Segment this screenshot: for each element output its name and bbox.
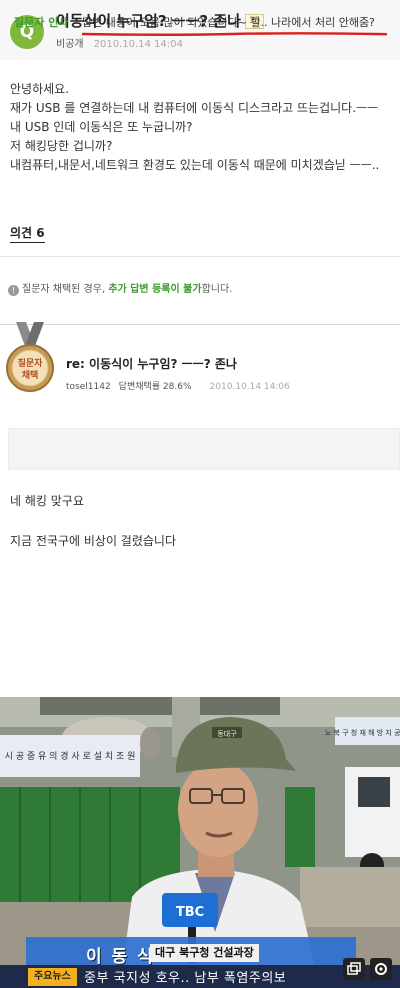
info-icon: ! — [8, 285, 19, 296]
medal-line-1: 질문자 — [18, 357, 44, 369]
caption-person-title: 대구 북구청 건설과장 — [150, 944, 259, 962]
banner-right-text: 노 북 구 청 재 해 방 지 공 사 — [325, 728, 400, 737]
answer-meta: tosel1142 답변채택률 28.6% 2010.10.14 14:06 — [66, 379, 290, 392]
mic-logo: TBC — [176, 905, 204, 920]
question-body-line: 저 해킹당한 겁니까? — [10, 139, 113, 153]
notice-prefix: 질문자 채택된 경우, — [22, 284, 106, 295]
questioner-thanks-box — [8, 428, 400, 470]
caption-person-name: 이 동 식 — [86, 947, 155, 967]
notice-suffix: 합니다. — [201, 284, 233, 295]
red-underline-mark — [82, 32, 387, 36]
answer-date: 2010.10.14 14:06 — [209, 382, 290, 392]
adopted-medal-icon: 질문자 채택 — [6, 322, 54, 392]
question-body-line: 내 USB 인데 이동식은 또 누굽니까? — [10, 120, 193, 134]
banner-left-text: 시 공 중 유 의 경 사 로 설 치 조 원 — [5, 750, 136, 762]
thanks-label: 질문자 인사 — [14, 16, 69, 29]
question-body-line: 안녕하세요. — [10, 82, 70, 96]
cap-logo-text: 동대구 — [217, 730, 237, 738]
answer-rate: 답변채택률 28.6% — [118, 382, 192, 392]
opinions-link[interactable]: 의견 6 — [10, 224, 45, 243]
question-body-line: 내컴퓨터,내문서,네트워크 환경도 있는데 이동식 때문에 미치겠습닏 ㅡㅡ.. — [10, 158, 380, 172]
answer-author[interactable]: tosel1142 — [66, 382, 111, 392]
question-body: 안녕하세요. 재가 USB 를 연결하는데 내 컴퓨터에 이동식 디스크라고 뜨… — [10, 80, 396, 175]
answer-body-line: 지금 전국구에 비상이 걸렸습니다 — [10, 534, 177, 548]
divider — [0, 256, 400, 257]
question-author: 비공개 — [56, 39, 84, 50]
answer-title: re: 이동식이 누구임? ㅡㅡ? 존나 — [66, 357, 237, 371]
news-tag-badge: 주요뉴스 — [28, 968, 77, 986]
question-header: Q 이동식이 누구임? ㅡㅡ? 존나 35 비공개 2010.10.14 14:04 — [0, 0, 400, 60]
notice-highlight: 추가 답변 등록이 불가 — [108, 284, 202, 295]
divider — [0, 324, 400, 325]
news-ticker: 중부 국지성 호우.. 남부 폭염주의보 — [84, 971, 287, 986]
answer-body: 네 해킹 맞구요 지금 전국구에 비상이 걸렸습니다 — [10, 492, 176, 551]
question-meta: 비공개 2010.10.14 14:04 — [56, 35, 183, 50]
answer-body-line: 네 해킹 맞구요 — [10, 494, 84, 508]
question-date: 2010.10.14 14:04 — [93, 39, 183, 50]
medal-line-2: 채택 — [22, 369, 39, 381]
settings-icon[interactable] — [370, 958, 392, 980]
adoption-notice: ! 질문자 채택된 경우, 추가 답변 등록이 불가합니다. — [8, 280, 232, 296]
window-icon[interactable] — [343, 958, 365, 980]
question-body-line: 재가 USB 를 연결하는데 내 컴퓨터에 이동식 디스크라고 뜨는겁니다.ㅡㅡ — [10, 101, 379, 115]
thanks-text: 답변 내용이 도움 많이 되었습니다~ 헐.. 나라에서 처리 안해줌? — [82, 16, 375, 29]
